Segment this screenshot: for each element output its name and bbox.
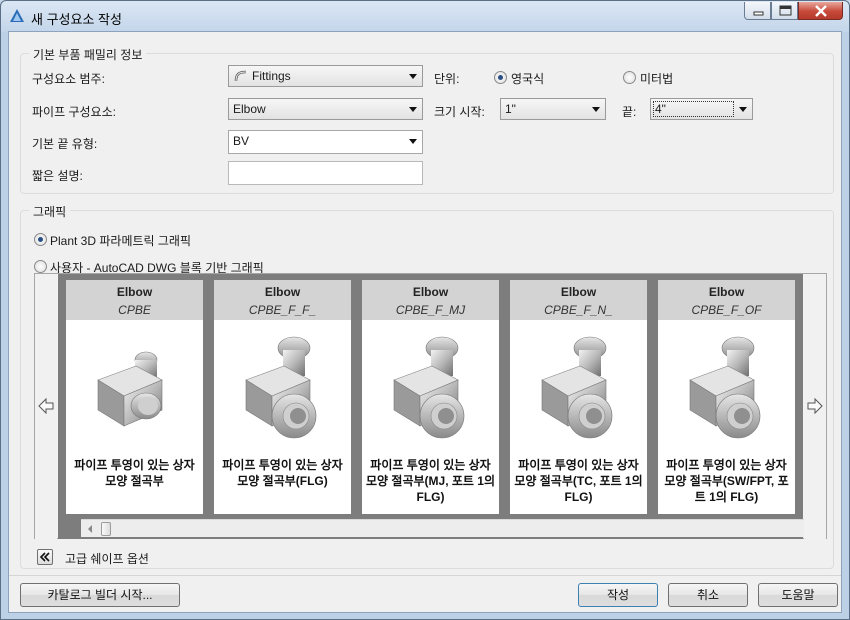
scrollbar-thumb[interactable]	[101, 522, 111, 536]
scroll-left-icon	[88, 525, 92, 533]
shape-card[interactable]: Elbow CPBE_F_MJ 파이프 투영이 있는 상자 모양 절곡부(MJ, 포…	[362, 280, 499, 514]
gallery-next-button[interactable]	[804, 274, 826, 539]
help-button[interactable]: 도움말	[758, 583, 838, 607]
elbow-3d-preview-icon	[541, 336, 613, 439]
card-code: CPBE	[118, 303, 151, 317]
parametric-graphics-label: Plant 3D 파라메트릭 그래픽	[50, 234, 192, 248]
close-button[interactable]	[798, 2, 843, 20]
size-end-label: 끝:	[622, 105, 637, 119]
card-description: 파이프 투영이 있는 상자 모양 절곡부(MJ, 포트 1의 FLG)	[366, 458, 495, 504]
end-type-label: 기본 끝 유형:	[32, 137, 98, 151]
chevron-down-icon	[739, 107, 747, 112]
end-type-select[interactable]: BV	[228, 130, 423, 154]
footer-divider	[9, 575, 841, 576]
chevron-down-icon	[409, 74, 417, 79]
card-code: CPBE_F_N_	[544, 303, 613, 317]
units-label: 단위:	[434, 72, 460, 86]
category-value: Fittings	[252, 69, 291, 83]
unit-imperial-radio[interactable]	[494, 71, 507, 84]
basic-info-title: 기본 부품 패밀리 정보	[29, 46, 147, 63]
card-header: Elbow CPBE_F_F_	[214, 280, 351, 320]
arrow-left-icon	[38, 397, 54, 415]
user-dwg-graphics-radio[interactable]	[34, 260, 47, 273]
card-title: Elbow	[264, 285, 301, 299]
maximize-icon	[779, 5, 792, 16]
shape-card[interactable]: Elbow CPBE 파이프 투영이 있는 상자 모양 절곡부	[66, 280, 203, 514]
end-type-value: BV	[233, 134, 250, 148]
short-desc-input[interactable]	[228, 161, 423, 185]
elbow-3d-preview-icon	[97, 351, 163, 427]
parametric-graphics-radio[interactable]	[34, 233, 47, 246]
arrow-right-icon	[807, 397, 823, 415]
maximize-button[interactable]	[771, 2, 798, 20]
unit-imperial-label: 영국식	[511, 72, 545, 86]
card-header: Elbow CPBE	[66, 280, 203, 320]
shape-card[interactable]: Elbow CPBE_F_OF 파이프 투영이 있는 상자 모양 절곡부(SW/FP…	[658, 280, 795, 514]
card-title: Elbow	[708, 285, 745, 299]
card-description: 파이프 투영이 있는 상자 모양 절곡부(SW/FPT, 포트 1의 FLG)	[664, 458, 789, 504]
pipe-component-value: Elbow	[233, 102, 266, 116]
pipe-fitting-icon	[234, 70, 247, 82]
card-title: Elbow	[560, 285, 597, 299]
card-description: 파이프 투영이 있는 상자 모양 절곡부(TC, 포트 1의 FLG)	[514, 458, 643, 504]
dialog-window: 새 구성요소 작성 기본 부품 패밀리 정보 구성요소 범주: Fittings…	[0, 0, 850, 620]
short-desc-label: 짧은 설명:	[32, 169, 83, 183]
basic-info-group: 기본 부품 패밀리 정보	[20, 46, 834, 194]
close-icon	[815, 5, 827, 17]
card-description: 파이프 투영이 있는 상자 모양 절곡부(FLG)	[222, 458, 343, 488]
double-chevron-left-icon	[39, 552, 50, 562]
category-label: 구성요소 범주:	[32, 72, 105, 86]
gallery-scrollbar[interactable]	[81, 519, 826, 537]
size-start-value: 1"	[505, 102, 516, 116]
card-description: 파이프 투영이 있는 상자 모양 절곡부	[74, 458, 195, 488]
catalog-builder-button[interactable]: 카탈로그 빌더 시작...	[20, 583, 180, 607]
graphics-title: 그래픽	[29, 203, 71, 220]
create-button[interactable]: 작성	[578, 583, 658, 607]
card-code: CPBE_F_OF	[691, 303, 762, 317]
shape-card[interactable]: Elbow CPBE_F_F_ 파이프 투영이 있는 상자 모양 절곡부(FLG)	[214, 280, 351, 514]
chevron-down-icon	[409, 107, 417, 112]
size-start-label: 크기 시작:	[434, 105, 485, 119]
shape-card[interactable]: Elbow CPBE_F_N_ 파이프 투영이 있는 상자 모양 절곡부(TC, 포…	[510, 280, 647, 514]
card-title: Elbow	[412, 285, 449, 299]
pipe-component-select[interactable]: Elbow	[228, 98, 423, 120]
size-end-select[interactable]: 4"	[650, 98, 753, 120]
elbow-3d-preview-icon	[245, 336, 317, 439]
focus-outline	[653, 101, 734, 117]
category-select[interactable]: Fittings	[228, 65, 423, 87]
minimize-icon	[753, 11, 764, 16]
window-title: 새 구성요소 작성	[31, 12, 122, 27]
chevron-down-icon	[592, 107, 600, 112]
elbow-3d-preview-icon	[393, 336, 465, 439]
chevron-down-icon	[409, 139, 417, 144]
title-bar: 새 구성요소 작성	[1, 1, 849, 31]
advanced-options-toggle[interactable]	[37, 549, 53, 565]
unit-metric-label: 미터법	[640, 72, 674, 86]
cancel-button[interactable]: 취소	[668, 583, 748, 607]
card-title: Elbow	[116, 285, 153, 299]
size-start-select[interactable]: 1"	[500, 98, 606, 120]
pipe-component-label: 파이프 구성요소:	[32, 105, 116, 119]
card-header: Elbow CPBE_F_OF	[658, 280, 795, 320]
unit-metric-radio[interactable]	[623, 71, 636, 84]
elbow-3d-preview-icon	[689, 336, 761, 439]
gallery-prev-button[interactable]	[35, 274, 57, 539]
dialog-body: 기본 부품 패밀리 정보 구성요소 범주: Fittings 파이프 구성요소:…	[8, 31, 842, 613]
advanced-options-label: 고급 쉐이프 옵션	[65, 552, 149, 566]
card-header: Elbow CPBE_F_MJ	[362, 280, 499, 320]
autocad-plant-icon	[10, 9, 24, 22]
gallery-viewport: Elbow CPBE 파이프 투영이 있는 상자 모양 절곡부 Elbow CPBE_F…	[58, 274, 826, 539]
minimize-button[interactable]	[744, 2, 771, 20]
card-header: Elbow CPBE_F_N_	[510, 280, 647, 320]
shape-gallery: Elbow CPBE 파이프 투영이 있는 상자 모양 절곡부 Elbow CPBE_F…	[34, 273, 827, 539]
card-code: CPBE_F_F_	[248, 303, 317, 317]
card-code: CPBE_F_MJ	[395, 303, 466, 317]
